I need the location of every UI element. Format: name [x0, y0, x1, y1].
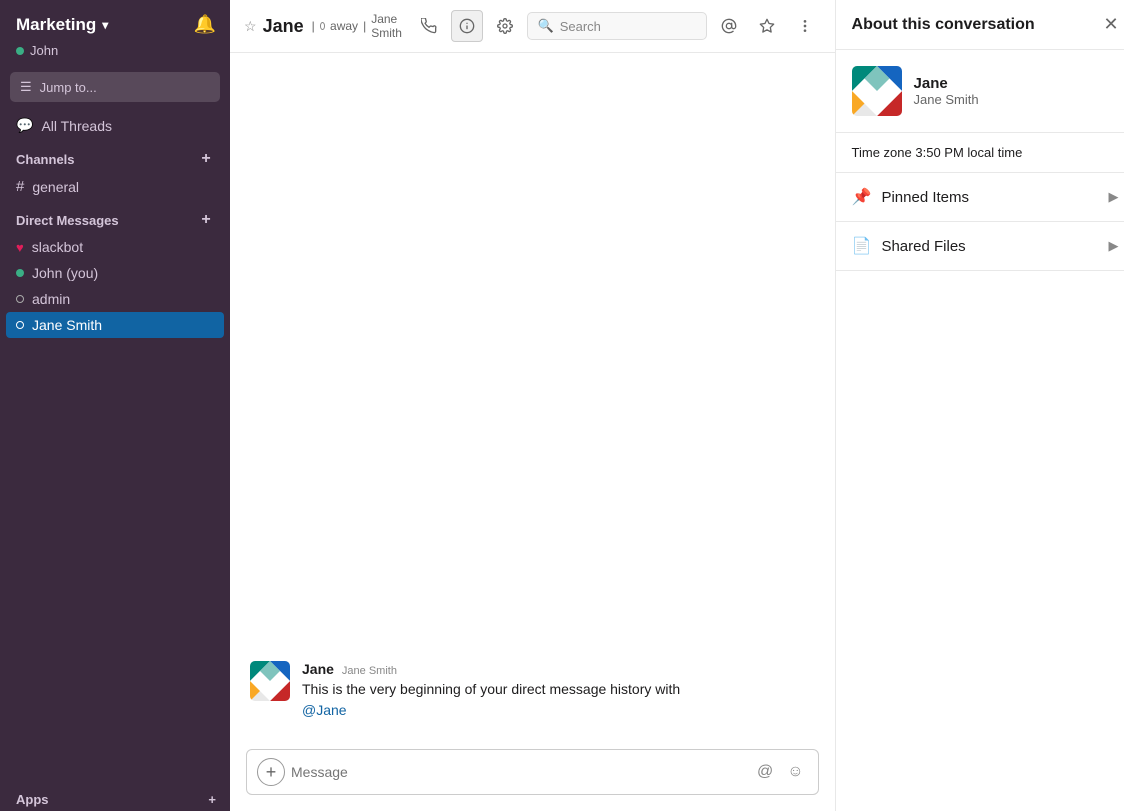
search-icon: 🔍: [538, 18, 554, 34]
main-content: ☆ Jane | away | Jane Smith 🔍 Search: [230, 0, 835, 811]
chevron-down-icon: ▾: [102, 18, 108, 32]
sidebar-item-slackbot[interactable]: ♥ slackbot: [0, 234, 230, 260]
jane-status-dot: [16, 321, 24, 329]
apps-label: Apps: [16, 792, 49, 807]
dm-jane-label: Jane Smith: [32, 317, 102, 333]
hash-icon: #: [16, 178, 24, 195]
right-panel-user-info: Jane Jane Smith: [914, 75, 979, 107]
right-panel-timezone: Time zone 3:50 PM local time: [836, 133, 1124, 173]
message-text: This is the very beginning of your direc…: [302, 679, 815, 721]
message-input-wrapper: + @ ☺: [246, 749, 819, 795]
message-block: Jane Jane Smith This is the very beginni…: [250, 661, 815, 721]
jump-to-button[interactable]: ☰ Jump to...: [10, 72, 220, 102]
at-mention-icon[interactable]: @: [753, 761, 777, 783]
pinned-items-label: Pinned Items: [881, 189, 969, 206]
message-input[interactable]: [291, 764, 747, 780]
right-panel: About this conversation ✕ Jane Jane Smit…: [835, 0, 1124, 811]
files-chevron-icon: ▶: [1109, 238, 1119, 254]
search-bar[interactable]: 🔍 Search: [527, 12, 707, 40]
heart-icon: ♥: [16, 240, 24, 255]
workspace-title: Marketing: [16, 15, 96, 35]
topbar: ☆ Jane | away | Jane Smith 🔍 Search: [230, 0, 835, 53]
sidebar-item-general[interactable]: # general: [0, 173, 230, 200]
john-status-dot: [16, 269, 24, 277]
more-icon-btn[interactable]: [789, 10, 821, 42]
topbar-title-area: ☆ Jane: [244, 16, 304, 37]
rp-user-name: Jane: [914, 75, 979, 92]
jump-to-label: Jump to...: [40, 80, 97, 95]
file-icon: 📄: [852, 236, 872, 256]
pipe-separator: |: [312, 19, 315, 33]
sidebar-user: John: [0, 41, 230, 68]
sidebar-item-john[interactable]: John (you): [0, 260, 230, 286]
admin-status-dot: [16, 295, 24, 303]
threads-icon: 💬: [16, 117, 33, 134]
message-time: Jane Smith: [342, 665, 397, 677]
channel-name: general: [32, 179, 79, 195]
shared-files-left: 📄 Shared Files: [852, 236, 966, 256]
pinned-items-left: 📌 Pinned Items: [852, 187, 969, 207]
emoji-icon[interactable]: ☺: [783, 761, 807, 783]
rp-user-handle: Jane Smith: [914, 92, 979, 107]
settings-icon-btn[interactable]: [489, 10, 521, 42]
sidebar: Marketing ▾ 🔔 John ☰ Jump to... 💬 All Th…: [0, 0, 230, 811]
apps-section[interactable]: Apps +: [0, 782, 230, 811]
dm-admin-label: admin: [32, 291, 70, 307]
add-apps-button[interactable]: +: [208, 792, 216, 807]
topbar-actions: 🔍 Search: [413, 10, 821, 42]
jump-to-icon: ☰: [20, 79, 32, 95]
right-panel-user: Jane Jane Smith: [836, 50, 1124, 133]
at-icon-btn[interactable]: [713, 10, 745, 42]
star-icon-btn[interactable]: [751, 10, 783, 42]
timezone-value: 3:50 PM local time: [915, 145, 1022, 160]
channel-name-heading: Jane: [263, 16, 304, 37]
message-sender: Jane: [302, 661, 334, 677]
shared-files-label: Shared Files: [881, 238, 965, 255]
input-bar: + @ ☺: [230, 739, 835, 811]
user-status-dot: [16, 47, 24, 55]
channels-label: Channels: [16, 152, 75, 167]
away-label: away: [330, 19, 358, 33]
pipe2: |: [363, 19, 366, 33]
message-content: Jane Jane Smith This is the very beginni…: [302, 661, 815, 721]
pin-icon: 📌: [852, 187, 872, 207]
add-attachment-button[interactable]: +: [257, 758, 285, 786]
workspace-name[interactable]: Marketing ▾: [16, 15, 108, 35]
star-icon[interactable]: ☆: [244, 18, 257, 35]
dm-section: Direct Messages +: [0, 200, 230, 234]
bell-icon[interactable]: 🔔: [194, 14, 216, 35]
pinned-items-section[interactable]: 📌 Pinned Items ▶: [836, 173, 1124, 222]
message-body: This is the very beginning of your direc…: [302, 681, 680, 697]
all-threads-label: All Threads: [41, 118, 112, 134]
pinned-chevron-icon: ▶: [1109, 189, 1119, 205]
message-header: Jane Jane Smith: [302, 661, 815, 677]
jane-fullname: Jane Smith: [371, 12, 404, 40]
sidebar-item-jane[interactable]: Jane Smith: [6, 312, 224, 338]
right-panel-header: About this conversation ✕: [836, 0, 1124, 50]
search-placeholder: Search: [560, 19, 601, 34]
dm-slackbot-label: slackbot: [32, 239, 83, 255]
mention-link[interactable]: @Jane: [302, 702, 347, 718]
timezone-label: Time zone: [852, 145, 912, 160]
avatar: [250, 661, 290, 701]
add-dm-button[interactable]: +: [196, 210, 216, 230]
right-panel-title: About this conversation: [852, 16, 1035, 34]
sidebar-header: Marketing ▾ 🔔: [0, 0, 230, 41]
close-panel-button[interactable]: ✕: [1103, 14, 1118, 35]
away-dot: [320, 22, 325, 30]
add-channel-button[interactable]: +: [196, 149, 216, 169]
dm-label: Direct Messages: [16, 213, 119, 228]
phone-icon-btn[interactable]: [413, 10, 445, 42]
info-icon-btn[interactable]: [451, 10, 483, 42]
all-threads-item[interactable]: 💬 All Threads: [0, 112, 230, 139]
right-panel-avatar: [852, 66, 902, 116]
chat-area: Jane Jane Smith This is the very beginni…: [230, 53, 835, 739]
dm-john-label: John (you): [32, 265, 98, 281]
shared-files-section[interactable]: 📄 Shared Files ▶: [836, 222, 1124, 271]
user-name: John: [30, 43, 58, 58]
channels-section: Channels +: [0, 139, 230, 173]
sidebar-item-admin[interactable]: admin: [0, 286, 230, 312]
topbar-status: | away | Jane Smith: [312, 12, 405, 40]
